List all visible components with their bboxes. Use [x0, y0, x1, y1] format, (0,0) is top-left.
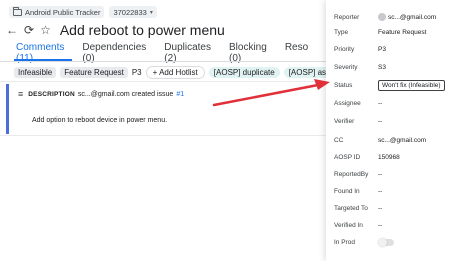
hotlist-chip[interactable]: [AOSP] duplicate — [208, 66, 280, 78]
field-value[interactable]: sc...@gmail.com — [378, 137, 426, 144]
field-label: CC — [334, 136, 344, 144]
avatar — [378, 13, 386, 21]
menu-icon[interactable]: ≡ — [18, 89, 23, 99]
type-chip[interactable]: Feature Request — [60, 66, 128, 78]
in-prod-toggle[interactable] — [378, 237, 394, 247]
tab-bar: Comments (11) Dependencies (0) Duplicate… — [16, 42, 326, 64]
description-author: sc...@gmail.com created issue — [77, 90, 174, 98]
field-found-in: Found In -- — [334, 185, 382, 197]
divider — [0, 135, 326, 136]
field-severity: Severity S3 — [334, 61, 386, 73]
description-body: Add option to reboot device in power men… — [32, 117, 168, 124]
page-title: Add reboot to power menu — [59, 22, 225, 38]
field-label: Priority — [334, 45, 355, 53]
field-reporter: Reporter sc...@gmail.com — [334, 11, 436, 23]
priority-chip[interactable]: P3 — [132, 68, 142, 77]
field-verifier: Verifier -- — [334, 115, 382, 127]
field-label: Assignee — [334, 99, 361, 107]
status-chip[interactable]: Infeasible — [14, 66, 57, 78]
field-reportedby: ReportedBy -- — [334, 168, 382, 180]
description-accent-bar — [6, 84, 9, 134]
field-value[interactable]: sc...@gmail.com — [388, 14, 436, 21]
field-label: Verifier — [334, 117, 355, 125]
tab-comments[interactable]: Comments (11) — [16, 42, 82, 64]
issue-id: 37022833 — [113, 7, 147, 17]
chevron-down-icon: ▾ — [149, 9, 153, 16]
field-assignee: Assignee -- — [334, 97, 382, 109]
tracker-name: Android Public Tracker — [25, 7, 101, 17]
tab-divider — [0, 61, 326, 62]
field-type: Type Feature Request — [334, 26, 426, 38]
field-value[interactable]: 150968 — [378, 154, 400, 161]
issue-main-panel: Android Public Tracker 37022833 ▾ ← ⟳ ☆ … — [0, 0, 351, 261]
breadcrumb: Android Public Tracker 37022833 ▾ — [9, 5, 157, 19]
field-verified-in: Verified In -- — [334, 219, 382, 231]
field-value[interactable]: -- — [378, 100, 382, 107]
field-label: Status — [334, 81, 353, 89]
field-value[interactable]: -- — [378, 171, 382, 178]
divider — [0, 81, 326, 82]
issue-link[interactable]: #1 — [176, 91, 184, 98]
description-label: DESCRIPTION — [28, 90, 75, 98]
field-targeted-to: Targeted To -- — [334, 202, 382, 214]
folder-icon — [13, 6, 22, 16]
tab-blocking[interactable]: Blocking (0) — [229, 42, 285, 64]
title-row: ← ⟳ ☆ Add reboot to power menu — [6, 20, 225, 40]
metadata-panel: Reporter sc...@gmail.com Type Feature Re… — [326, 0, 474, 261]
field-value[interactable]: -- — [378, 118, 382, 125]
tab-resources[interactable]: Reso — [285, 42, 326, 60]
field-value[interactable]: -- — [378, 188, 382, 195]
field-in-prod: In Prod — [334, 236, 394, 248]
star-icon[interactable]: ☆ — [40, 24, 51, 36]
field-value[interactable]: S3 — [378, 64, 386, 71]
field-priority: Priority P3 — [334, 43, 386, 55]
field-label: Reporter — [334, 13, 360, 21]
field-cc: CC sc...@gmail.com — [334, 134, 426, 146]
back-arrow-icon[interactable]: ← — [6, 24, 18, 36]
field-aosp-id: AOSP ID 150968 — [334, 151, 400, 163]
field-label: Targeted To — [334, 204, 368, 212]
field-label: Found In — [334, 187, 360, 195]
field-label: ReportedBy — [334, 170, 369, 178]
refresh-icon[interactable]: ⟳ — [24, 24, 34, 36]
field-label: Type — [334, 28, 349, 36]
field-value[interactable]: -- — [378, 205, 382, 212]
add-hotlist-button[interactable]: + Add Hotlist — [145, 65, 205, 79]
field-label: Verified In — [334, 221, 363, 229]
issue-id-chip[interactable]: 37022833 ▾ — [109, 6, 157, 18]
status-dropdown[interactable]: Won't fix (Infeasible) — [378, 79, 445, 91]
tab-dependencies[interactable]: Dependencies (0) — [82, 42, 164, 64]
tab-duplicates[interactable]: Duplicates (2) — [164, 42, 229, 64]
field-label: In Prod — [334, 238, 355, 246]
tracker-chip[interactable]: Android Public Tracker — [9, 6, 105, 18]
description-header: ≡ DESCRIPTION sc...@gmail.com created is… — [18, 89, 184, 99]
field-label: AOSP ID — [334, 153, 361, 161]
field-value[interactable]: Feature Request — [378, 29, 426, 36]
field-label: Severity — [334, 63, 358, 71]
field-value[interactable]: P3 — [378, 46, 386, 53]
field-status: Status Won't fix (Infeasible) — [334, 79, 445, 91]
issue-chips: Infeasible Feature Request P3 + Add Hotl… — [14, 65, 351, 79]
field-value[interactable]: -- — [378, 222, 382, 229]
